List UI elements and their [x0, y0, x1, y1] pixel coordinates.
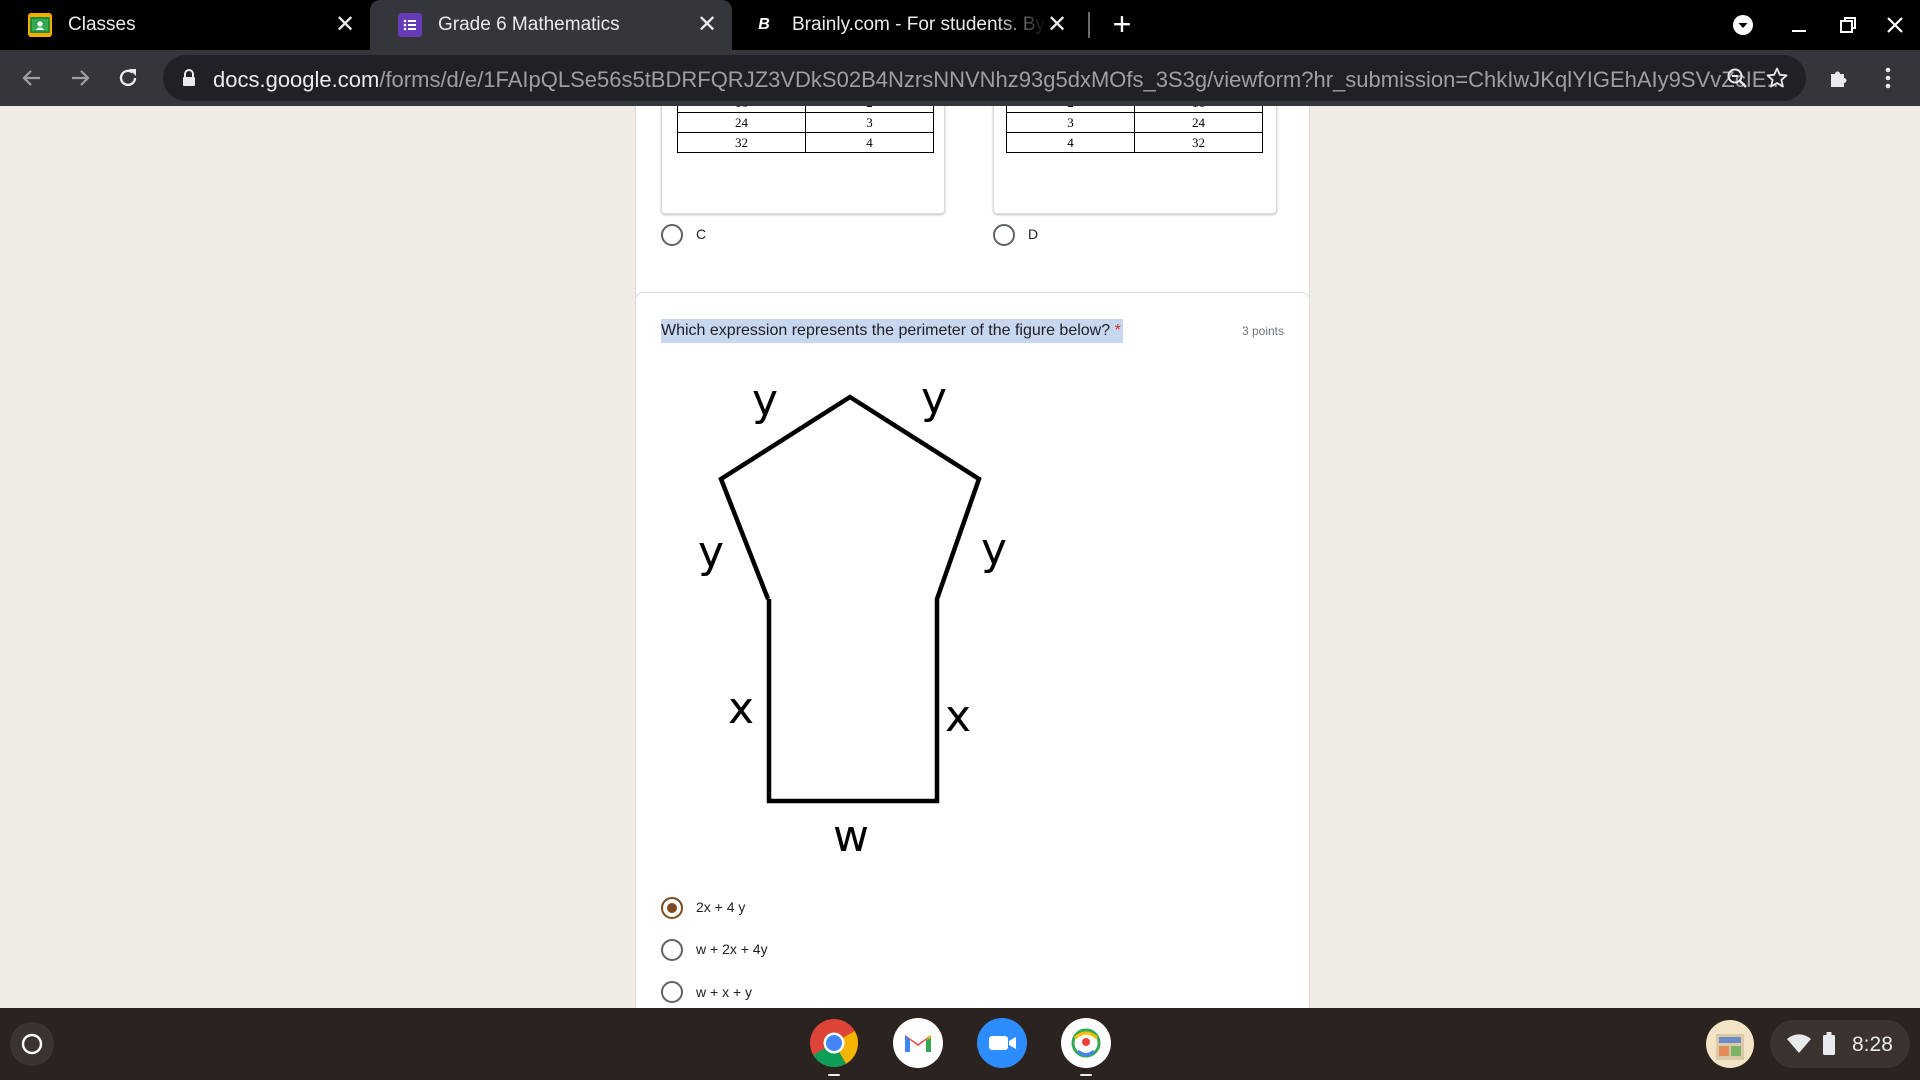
tab-separator: [1088, 12, 1090, 38]
table-row: 324: [677, 132, 934, 153]
option-c-radio[interactable]: [661, 224, 683, 246]
status-tray[interactable]: 8:28: [1770, 1020, 1910, 1068]
tab-classes[interactable]: Classes ✕: [0, 0, 370, 50]
running-indicator: [1080, 1074, 1092, 1076]
table-cell: 32: [1134, 132, 1263, 153]
option-d-radio[interactable]: [993, 224, 1015, 246]
figure-label-left-side: x: [728, 683, 754, 734]
figure-label-top-right: y: [921, 373, 947, 424]
reload-icon[interactable]: [112, 62, 144, 94]
perimeter-figure: y y y y x x w: [698, 373, 1007, 862]
minimize-icon[interactable]: [1784, 10, 1814, 40]
option-c-label: C: [696, 226, 707, 242]
question-title: Which expression represents the perimete…: [661, 319, 1123, 343]
url-text[interactable]: docs.google.com/forms/d/e/1FAIpQLSe56s5t…: [213, 67, 1785, 93]
table-cell: 24: [677, 112, 806, 133]
required-mark: *: [1114, 322, 1121, 339]
url-host: docs.google.com: [213, 67, 380, 92]
tab-search-chevron-icon[interactable]: [1728, 10, 1758, 40]
clock-time: 8:28: [1852, 1033, 1893, 1056]
address-bar[interactable]: docs.google.com/forms/d/e/1FAIpQLSe56s5t…: [163, 55, 1806, 101]
option-c-image: 162 243 324: [661, 106, 945, 214]
zoom-icon[interactable]: [977, 1018, 1027, 1068]
tab-title: Brainly.com - For students. By st: [792, 14, 1046, 35]
question-card: Which expression represents the perimete…: [635, 292, 1310, 1008]
figure-label-right-side: x: [945, 691, 971, 742]
launcher-circle-icon: [21, 1033, 43, 1055]
table-row: 24 3: [677, 112, 934, 133]
table-cell: 32: [677, 132, 806, 153]
running-indicator: [828, 1074, 840, 1076]
google-classroom-app-icon[interactable]: [1061, 1018, 1111, 1068]
table-cell: 4: [1006, 132, 1135, 153]
extensions-puzzle-icon[interactable]: [1825, 64, 1853, 92]
restore-window-icon[interactable]: [1833, 10, 1863, 40]
figure-label-left: y: [698, 527, 724, 578]
brainly-icon: B: [758, 16, 770, 33]
table-row: 324: [1006, 112, 1263, 133]
close-icon[interactable]: ✕: [696, 13, 718, 37]
browser-toolbar: docs.google.com/forms/d/e/1FAIpQLSe56s5t…: [0, 50, 1920, 106]
zoom-magnifier-icon[interactable]: [1723, 64, 1751, 92]
tab-strip: Classes ✕ Grade 6 Mathematics ✕ B Brainl…: [0, 0, 1920, 50]
answer-option-1-label: 2x + 4 y: [696, 899, 746, 915]
option-c-table: 162 243 324: [677, 106, 934, 153]
bookmark-star-icon[interactable]: [1763, 64, 1791, 92]
table-cell: 4: [805, 132, 934, 153]
tab-title: Classes: [68, 14, 136, 35]
close-icon[interactable]: ✕: [334, 13, 356, 37]
answer-option-3-radio[interactable]: [661, 981, 683, 1003]
system-shelf: 8:28: [0, 1008, 1920, 1080]
battery-icon: [1822, 1032, 1836, 1061]
chrome-icon[interactable]: [809, 1018, 859, 1068]
google-forms-icon: [398, 13, 422, 37]
google-classroom-icon: [28, 13, 52, 37]
back-arrow-icon[interactable]: [16, 62, 48, 94]
gmail-icon[interactable]: [893, 1018, 943, 1068]
question-points: 3 points: [1241, 324, 1284, 338]
figure-label-top-left: y: [752, 375, 778, 426]
answer-option-3-label: w + x + y: [696, 984, 753, 1000]
url-path: /forms/d/e/1FAIpQLSe56s5tBDRFQRJZ3VDkS02…: [379, 67, 1785, 92]
lock-icon[interactable]: [181, 68, 197, 93]
answer-option-1-radio[interactable]: [661, 897, 683, 919]
close-window-icon[interactable]: [1880, 10, 1910, 40]
figure-label-right: y: [981, 524, 1007, 575]
table-cell: 3: [805, 112, 934, 133]
tab-brainly[interactable]: B Brainly.com - For students. By st ✕: [732, 0, 1082, 50]
close-icon[interactable]: ✕: [1046, 13, 1068, 37]
option-d-table: 216 324 432: [1006, 106, 1263, 153]
question-text: Which expression represents the perimete…: [661, 322, 1111, 339]
figure-outline: [718, 394, 982, 804]
forward-arrow-icon[interactable]: [64, 62, 96, 94]
avatar[interactable]: [1706, 1020, 1754, 1068]
figure-label-bottom: w: [833, 811, 869, 862]
launcher-button[interactable]: [10, 1022, 54, 1066]
table-cell: 3: [1006, 112, 1135, 133]
more-menu-icon[interactable]: [1874, 64, 1902, 92]
tab-grade-6-mathematics[interactable]: Grade 6 Mathematics ✕: [370, 0, 732, 50]
answer-option-2-radio[interactable]: [661, 939, 683, 961]
wifi-icon: [1786, 1033, 1812, 1060]
tab-title: Grade 6 Mathematics: [438, 14, 620, 35]
form-page: 162 243 324 216 324 432 C D Which expres…: [0, 106, 1920, 1008]
table-row: 4 32: [1006, 132, 1263, 153]
option-d-image: 216 324 432: [993, 106, 1277, 214]
option-d-label: D: [1028, 226, 1039, 242]
answer-option-2-label: w + 2x + 4y: [696, 941, 768, 957]
new-tab-plus-icon[interactable]: +: [1106, 8, 1138, 40]
table-cell: 24: [1134, 112, 1263, 133]
